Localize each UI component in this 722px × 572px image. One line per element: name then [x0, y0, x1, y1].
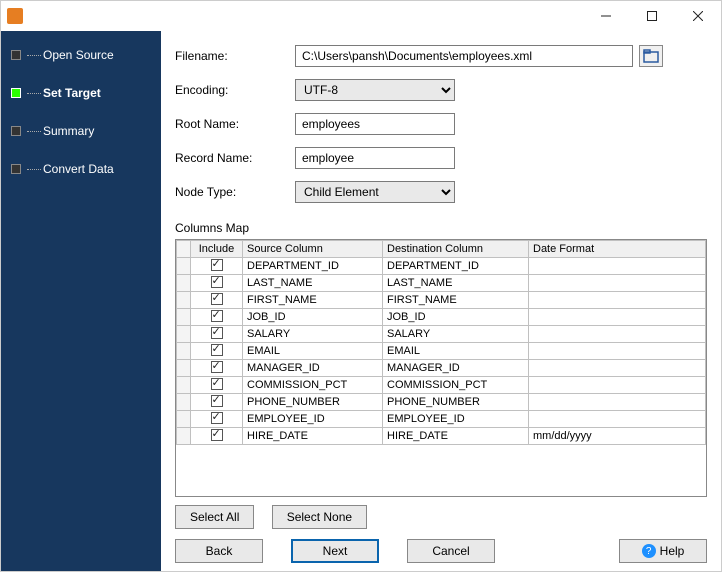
record-name-input[interactable] [295, 147, 455, 169]
help-icon: ? [642, 544, 656, 558]
include-checkbox[interactable] [211, 395, 223, 407]
step-label: Open Source [43, 48, 114, 62]
source-cell[interactable]: MANAGER_ID [243, 360, 383, 377]
destination-cell[interactable]: SALARY [383, 326, 529, 343]
root-name-input[interactable] [295, 113, 455, 135]
source-cell[interactable]: PHONE_NUMBER [243, 394, 383, 411]
cancel-button[interactable]: Cancel [407, 539, 495, 563]
source-cell[interactable]: COMMISSION_PCT [243, 377, 383, 394]
header-date-format[interactable]: Date Format [529, 241, 706, 258]
date-format-cell[interactable] [529, 326, 706, 343]
destination-cell[interactable]: EMPLOYEE_ID [383, 411, 529, 428]
table-row[interactable]: FIRST_NAMEFIRST_NAME [177, 292, 706, 309]
include-checkbox[interactable] [211, 429, 223, 441]
browse-icon [643, 49, 659, 63]
date-format-cell[interactable] [529, 377, 706, 394]
date-format-cell[interactable] [529, 360, 706, 377]
destination-cell[interactable]: EMAIL [383, 343, 529, 360]
step-convert-data[interactable]: Convert Data [1, 157, 161, 181]
include-checkbox[interactable] [211, 344, 223, 356]
table-row[interactable]: COMMISSION_PCTCOMMISSION_PCT [177, 377, 706, 394]
record-name-label: Record Name: [175, 151, 295, 165]
next-button[interactable]: Next [291, 539, 379, 563]
select-none-button[interactable]: Select None [272, 505, 367, 529]
destination-cell[interactable]: JOB_ID [383, 309, 529, 326]
table-row[interactable]: LAST_NAMELAST_NAME [177, 275, 706, 292]
date-format-cell[interactable]: mm/dd/yyyy [529, 428, 706, 445]
date-format-cell[interactable] [529, 309, 706, 326]
step-open-source[interactable]: Open Source [1, 43, 161, 67]
source-cell[interactable]: FIRST_NAME [243, 292, 383, 309]
date-format-cell[interactable] [529, 411, 706, 428]
include-checkbox[interactable] [211, 310, 223, 322]
source-cell[interactable]: JOB_ID [243, 309, 383, 326]
date-format-cell[interactable] [529, 343, 706, 360]
date-format-cell[interactable] [529, 394, 706, 411]
source-cell[interactable]: LAST_NAME [243, 275, 383, 292]
columns-map-label: Columns Map [175, 221, 707, 235]
include-checkbox[interactable] [211, 276, 223, 288]
close-button[interactable] [675, 1, 721, 31]
source-cell[interactable]: SALARY [243, 326, 383, 343]
encoding-select[interactable]: UTF-8 [295, 79, 455, 101]
include-checkbox[interactable] [211, 327, 223, 339]
help-label: Help [660, 544, 685, 558]
header-include[interactable]: Include [191, 241, 243, 258]
source-cell[interactable]: EMPLOYEE_ID [243, 411, 383, 428]
destination-cell[interactable]: DEPARTMENT_ID [383, 258, 529, 275]
table-row[interactable]: SALARYSALARY [177, 326, 706, 343]
date-format-cell[interactable] [529, 292, 706, 309]
include-checkbox[interactable] [211, 361, 223, 373]
minimize-button[interactable] [583, 1, 629, 31]
select-all-button[interactable]: Select All [175, 505, 254, 529]
step-label: Summary [43, 124, 94, 138]
source-cell[interactable]: HIRE_DATE [243, 428, 383, 445]
table-row[interactable]: MANAGER_IDMANAGER_ID [177, 360, 706, 377]
table-row[interactable]: DEPARTMENT_IDDEPARTMENT_ID [177, 258, 706, 275]
help-button[interactable]: ? Help [619, 539, 707, 563]
step-label: Convert Data [43, 162, 114, 176]
step-label: Set Target [43, 86, 101, 100]
include-checkbox[interactable] [211, 293, 223, 305]
destination-cell[interactable]: MANAGER_ID [383, 360, 529, 377]
back-button[interactable]: Back [175, 539, 263, 563]
titlebar [1, 1, 721, 31]
table-row[interactable]: JOB_IDJOB_ID [177, 309, 706, 326]
browse-button[interactable] [639, 45, 663, 67]
include-checkbox[interactable] [211, 412, 223, 424]
date-format-cell[interactable] [529, 258, 706, 275]
maximize-button[interactable] [629, 1, 675, 31]
source-cell[interactable]: DEPARTMENT_ID [243, 258, 383, 275]
node-type-label: Node Type: [175, 185, 295, 199]
table-row[interactable]: PHONE_NUMBERPHONE_NUMBER [177, 394, 706, 411]
encoding-label: Encoding: [175, 83, 295, 97]
include-checkbox[interactable] [211, 378, 223, 390]
table-row[interactable]: EMPLOYEE_IDEMPLOYEE_ID [177, 411, 706, 428]
app-icon [7, 8, 23, 24]
date-format-cell[interactable] [529, 275, 706, 292]
columns-table: Include Source Column Destination Column… [175, 239, 707, 497]
filename-input[interactable] [295, 45, 633, 67]
destination-cell[interactable]: FIRST_NAME [383, 292, 529, 309]
step-summary[interactable]: Summary [1, 119, 161, 143]
filename-label: Filename: [175, 49, 295, 63]
include-checkbox[interactable] [211, 259, 223, 271]
source-cell[interactable]: EMAIL [243, 343, 383, 360]
table-header-row: Include Source Column Destination Column… [177, 241, 706, 258]
node-type-select[interactable]: Child Element [295, 181, 455, 203]
table-row[interactable]: EMAILEMAIL [177, 343, 706, 360]
wizard-sidebar: Open Source Set Target Summary Convert D… [1, 31, 161, 571]
root-name-label: Root Name: [175, 117, 295, 131]
destination-cell[interactable]: HIRE_DATE [383, 428, 529, 445]
destination-cell[interactable]: LAST_NAME [383, 275, 529, 292]
table-row[interactable]: HIRE_DATEHIRE_DATEmm/dd/yyyy [177, 428, 706, 445]
destination-cell[interactable]: PHONE_NUMBER [383, 394, 529, 411]
destination-cell[interactable]: COMMISSION_PCT [383, 377, 529, 394]
step-set-target[interactable]: Set Target [1, 81, 161, 105]
header-source[interactable]: Source Column [243, 241, 383, 258]
header-destination[interactable]: Destination Column [383, 241, 529, 258]
